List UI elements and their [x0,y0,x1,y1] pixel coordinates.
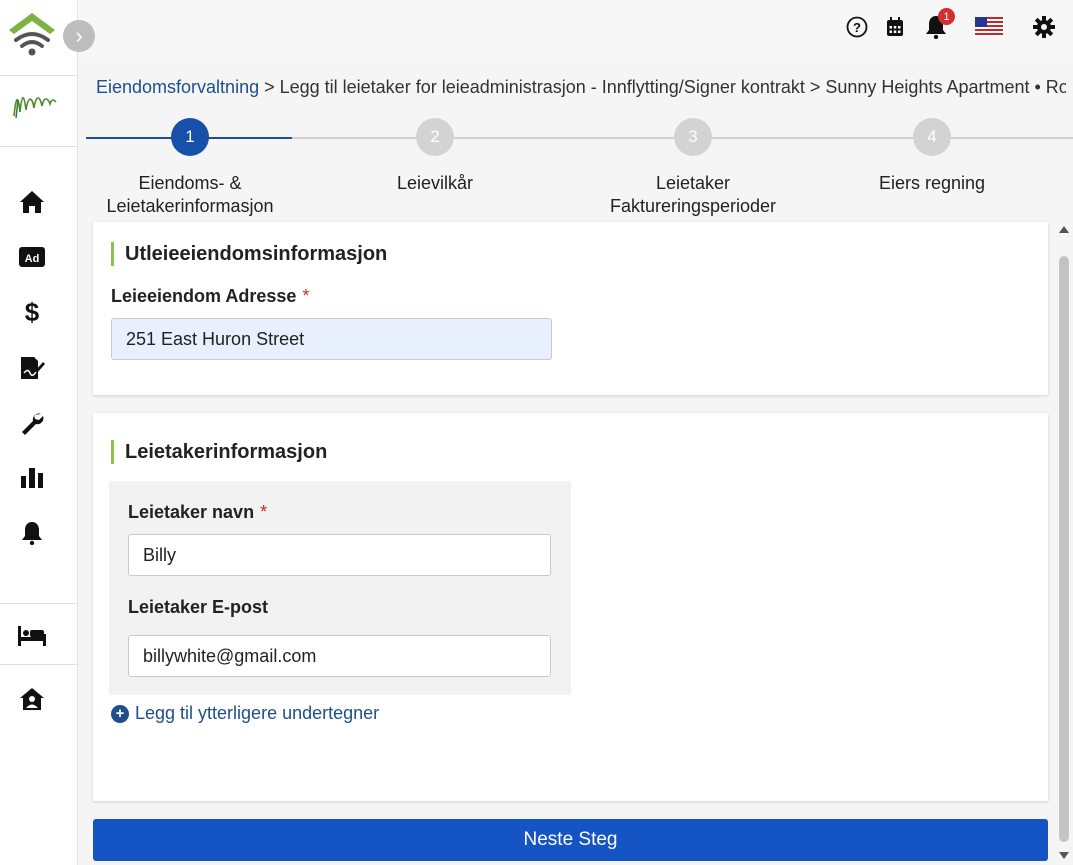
gear-icon[interactable] [1031,14,1057,40]
sidebar-divider [0,146,78,147]
expand-sidebar-button[interactable]: › [63,20,95,52]
step-3-label: Leietaker Faktureringsperioder [609,173,777,216]
property-section-title: Utleieeiendomsinformasjon [111,242,387,266]
step-1-circle[interactable]: 1 [171,118,209,156]
signer-group: Leietaker navn * Billy Leietaker E-post b… [109,481,571,695]
address-label: Leieeiendom Adresse * [111,286,310,306]
step-1-label: Eiendoms- & Leietakerinformasjon [106,173,274,216]
scrollbar-thumb[interactable] [1059,256,1069,842]
top-bar: ? 1 [78,0,1073,58]
svg-text:?: ? [853,20,861,35]
wifi-house-logo-icon[interactable] [6,10,58,58]
tenant-name-label: Leietaker navn * [128,502,268,522]
contract-sign-icon[interactable] [18,354,46,382]
tenant-email-label: Leietaker E-post [128,597,269,617]
tenant-section-title: Leietakerinformasjon [111,440,327,464]
breadcrumb-root-link[interactable]: Eiendomsforvaltning [96,77,259,97]
scroll-down-arrow-icon[interactable] [1059,852,1069,859]
sidebar-divider [0,664,78,665]
step-4-label: Eiers regning [878,173,986,193]
tenant-info-card: Leietakerinformasjon Leietaker navn * Bil… [93,413,1048,801]
home-icon[interactable] [18,188,46,216]
notifications-button[interactable]: 1 [923,8,955,40]
add-signer-label: Legg til ytterligere undertegner [135,703,380,723]
property-address-input[interactable]: 251 East Huron Street [111,318,552,360]
required-mark: * [302,286,310,306]
add-signer-link[interactable]: + Legg til ytterligere undertegner [111,703,379,724]
required-mark: * [260,502,268,522]
brand-signature-logo [10,86,58,122]
sidebar: Ad $ [0,0,78,865]
svg-text:Ad: Ad [25,253,40,265]
step-4-circle[interactable]: 4 [913,118,951,156]
step-2-circle[interactable]: 2 [416,118,454,156]
sidebar-divider [0,603,78,604]
property-info-card: Utleieeiendomsinformasjon Leieeiendom Ad… [93,222,1048,395]
us-flag-icon[interactable] [974,14,1004,40]
notification-count-badge: 1 [938,8,955,25]
step-3-circle[interactable]: 3 [674,118,712,156]
sidebar-divider [0,75,78,76]
bed-icon[interactable] [18,622,46,650]
bar-chart-icon[interactable] [18,464,46,492]
breadcrumb: Eiendomsforvaltning > Legg til leietaker… [96,77,1066,98]
scroll-up-arrow-icon[interactable] [1059,226,1069,233]
house-person-icon[interactable] [18,685,46,713]
next-step-button[interactable]: Neste Steg [93,819,1048,861]
wizard-stepper: 1 2 3 4 Eiendoms- & Leietakerinformasjon… [86,118,1073,218]
wrench-icon[interactable] [18,409,46,437]
scrollbar[interactable] [1057,222,1071,865]
breadcrumb-path: > Legg til leietaker for leieadministras… [259,77,1066,97]
step-2-label: Leievilkår [396,173,474,193]
chevron-right-icon: › [75,23,83,48]
tenant-name-input[interactable]: Billy [128,534,551,576]
ad-icon[interactable]: Ad [18,243,46,271]
plus-circle-icon: + [111,704,129,723]
calendar-icon[interactable] [882,14,908,40]
help-icon[interactable]: ? [844,14,870,40]
dollar-icon[interactable]: $ [18,297,46,327]
bell-icon[interactable] [18,519,46,547]
tenant-email-input[interactable]: billywhite@gmail.com [128,635,551,677]
